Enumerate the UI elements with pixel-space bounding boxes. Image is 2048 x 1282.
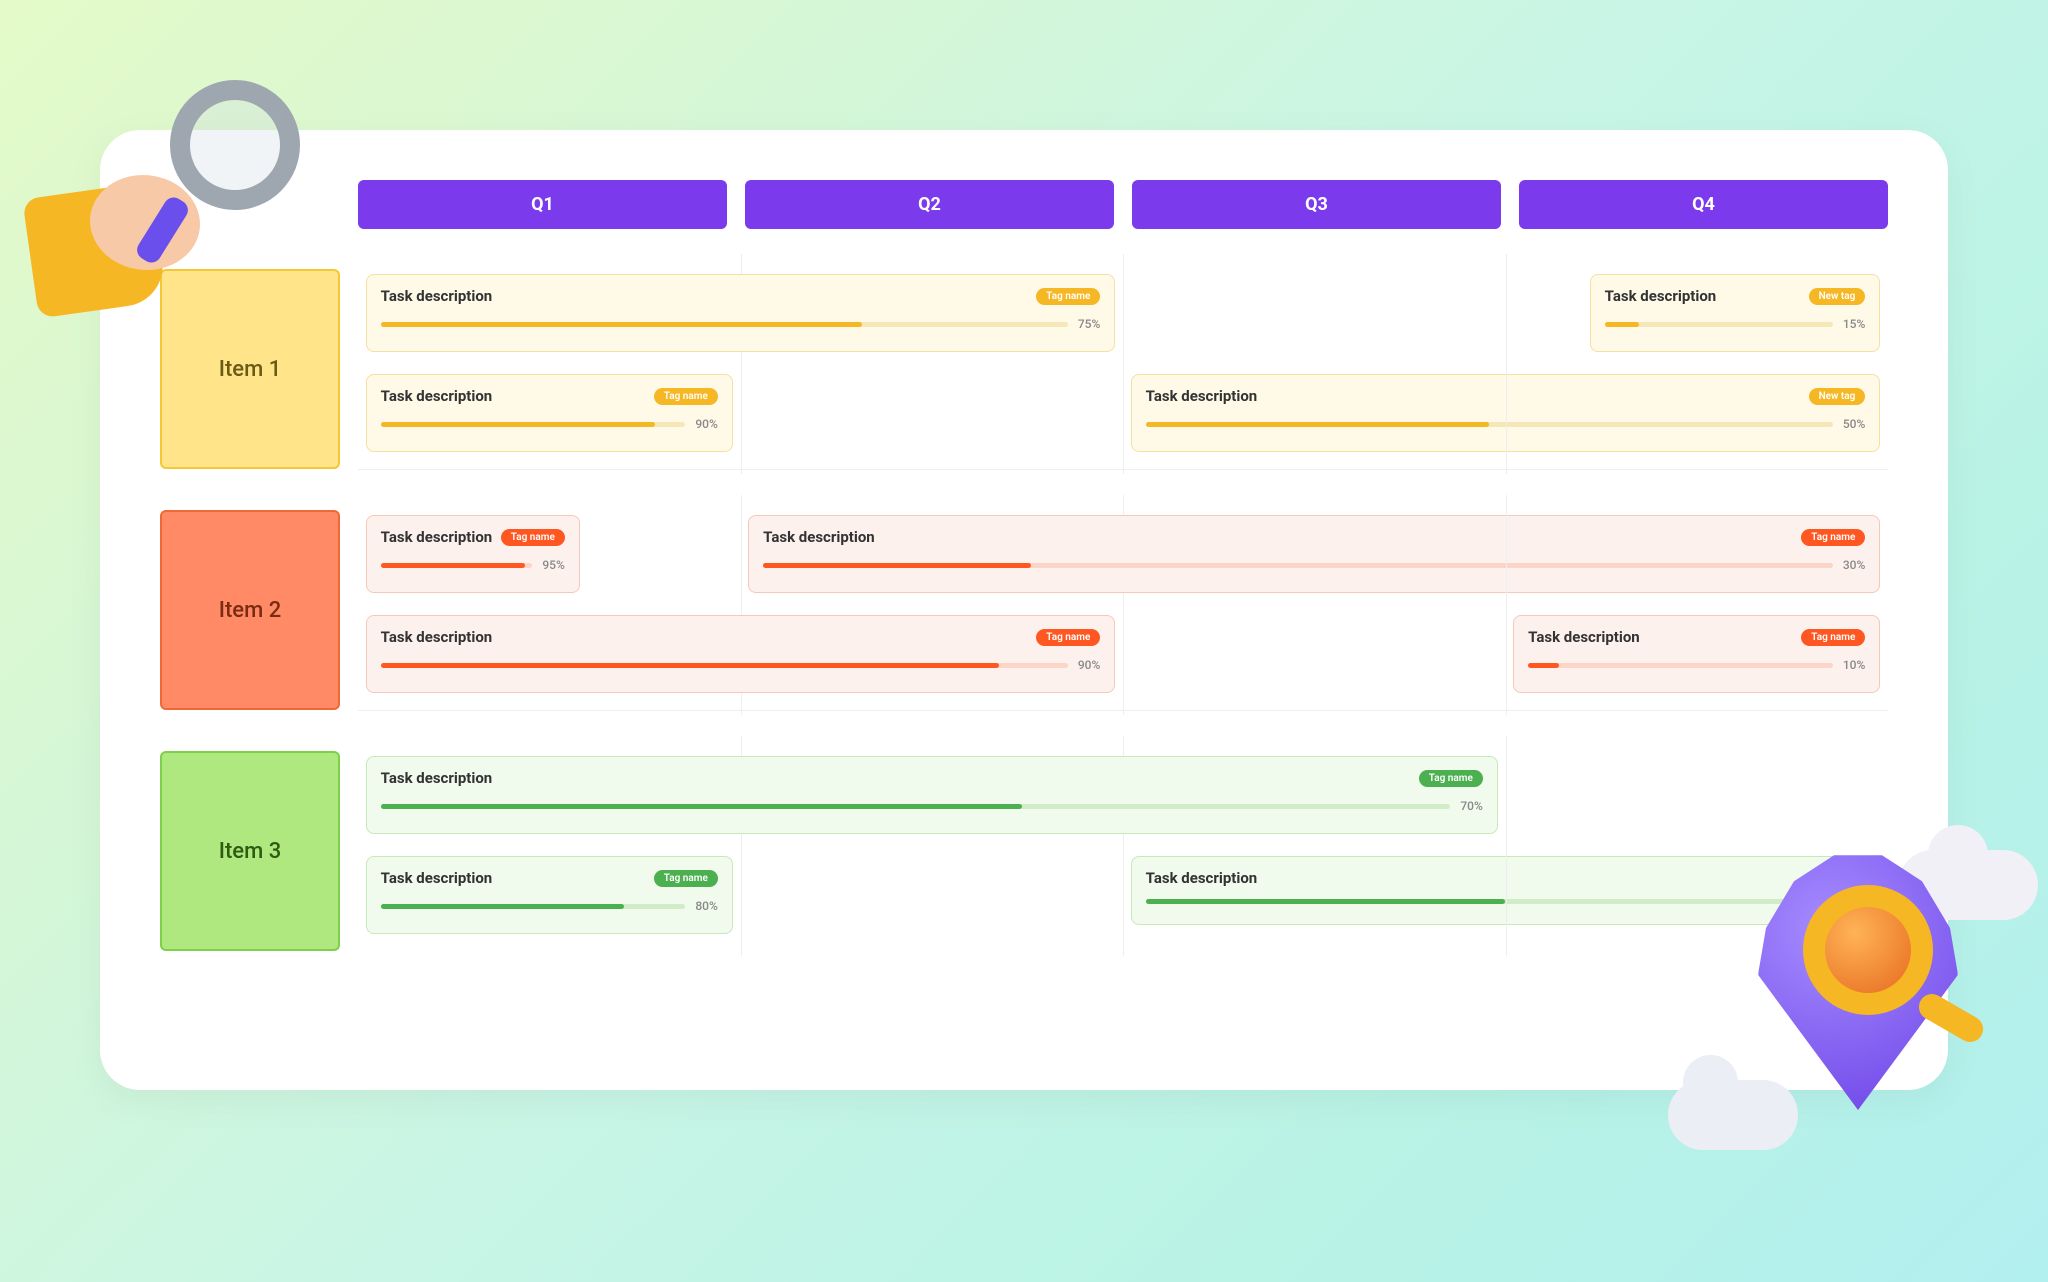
- task-card[interactable]: Task description Tag name 30%: [748, 515, 1880, 593]
- task-tag: Tag name: [1036, 629, 1100, 646]
- task-title: Task description: [381, 528, 493, 546]
- progress-percent: 90%: [1078, 658, 1100, 672]
- magnifier-hand-illustration: [30, 80, 290, 310]
- task-title: Task description: [763, 528, 875, 546]
- row-label-item-3[interactable]: Item 3: [160, 751, 340, 951]
- task-card[interactable]: Task description Tag name 90%: [366, 615, 1116, 693]
- progress-track: [763, 563, 1833, 568]
- progress-fill: [381, 322, 862, 327]
- progress-track: [381, 663, 1068, 668]
- progress-percent: 30%: [1843, 558, 1865, 572]
- task-tag: Tag name: [501, 529, 565, 546]
- progress-track: [381, 422, 686, 427]
- task-card[interactable]: Task description Tag name 10%: [1513, 615, 1880, 693]
- task-tag: Tag name: [1801, 529, 1865, 546]
- progress-fill: [1605, 322, 1639, 327]
- progress-track: [381, 322, 1068, 327]
- task-title: Task description: [381, 769, 493, 787]
- progress-percent: 50%: [1843, 417, 1865, 431]
- task-tag: New tag: [1809, 288, 1866, 305]
- task-tag: Tag name: [1036, 288, 1100, 305]
- progress-fill: [381, 422, 655, 427]
- progress-track: [1528, 663, 1833, 668]
- progress-fill: [763, 563, 1030, 568]
- row-1-lanes: Task description Tag name 75% Task descri…: [358, 259, 1888, 469]
- progress-fill: [381, 663, 999, 668]
- roadmap-grid: Q1 Q2 Q3 Q4 Item 1 Task descriptionTag n…: [160, 180, 1888, 951]
- task-card[interactable]: Task description Tag name 80%: [366, 856, 733, 934]
- task-tag: Tag name: [654, 388, 718, 405]
- progress-percent: 15%: [1843, 317, 1865, 331]
- roadmap-panel: Q1 Q2 Q3 Q4 Item 1 Task descriptionTag n…: [100, 130, 1948, 1090]
- task-title: Task description: [381, 287, 493, 305]
- column-header-q4[interactable]: Q4: [1519, 180, 1888, 229]
- progress-percent: 10%: [1843, 658, 1865, 672]
- progress-percent: 75%: [1078, 317, 1100, 331]
- task-tag: Tag name: [654, 870, 718, 887]
- progress-fill: [1146, 899, 1506, 904]
- task-title: Task description: [381, 628, 493, 646]
- progress-track: [1146, 422, 1833, 427]
- progress-track: [381, 804, 1451, 809]
- task-card[interactable]: Task description Tag name 70%: [366, 756, 1498, 834]
- progress-fill: [381, 804, 1023, 809]
- progress-fill: [381, 904, 625, 909]
- progress-percent: 70%: [1460, 799, 1482, 813]
- task-tag: Tag name: [1801, 629, 1865, 646]
- column-header-q3[interactable]: Q3: [1132, 180, 1501, 229]
- progress-percent: 80%: [695, 899, 717, 913]
- task-tag: New tag: [1809, 388, 1866, 405]
- progress-percent: 90%: [695, 417, 717, 431]
- row-label-item-2[interactable]: Item 2: [160, 510, 340, 710]
- progress-fill: [1146, 422, 1490, 427]
- column-header-q1[interactable]: Q1: [358, 180, 727, 229]
- progress-percent: 95%: [542, 558, 564, 572]
- progress-track: [1605, 322, 1833, 327]
- task-card[interactable]: Task description Tag name 95%: [366, 515, 580, 593]
- task-card[interactable]: Task description Tag name 75%: [366, 274, 1116, 352]
- task-title: Task description: [381, 387, 493, 405]
- task-title: Task description: [381, 869, 493, 887]
- column-header-q2[interactable]: Q2: [745, 180, 1114, 229]
- row-2-lanes: Task description Tag name 95% Task descri…: [358, 500, 1888, 710]
- task-card[interactable]: Task description Tag name 90%: [366, 374, 733, 452]
- progress-fill: [1528, 663, 1558, 668]
- task-title: Task description: [1605, 287, 1717, 305]
- row-3-lanes: Task description Tag name 70% Task descri…: [358, 741, 1888, 951]
- task-card[interactable]: Task description New tag 15%: [1590, 274, 1881, 352]
- task-title: Task description: [1528, 628, 1640, 646]
- task-title: Task description: [1146, 869, 1258, 887]
- task-title: Task description: [1146, 387, 1258, 405]
- task-card[interactable]: Task description New tag 50%: [1131, 374, 1881, 452]
- progress-track: [381, 904, 686, 909]
- progress-track: [381, 563, 533, 568]
- progress-fill: [381, 563, 525, 568]
- map-pin-magnifier-illustration: [1668, 820, 2028, 1160]
- task-tag: Tag name: [1419, 770, 1483, 787]
